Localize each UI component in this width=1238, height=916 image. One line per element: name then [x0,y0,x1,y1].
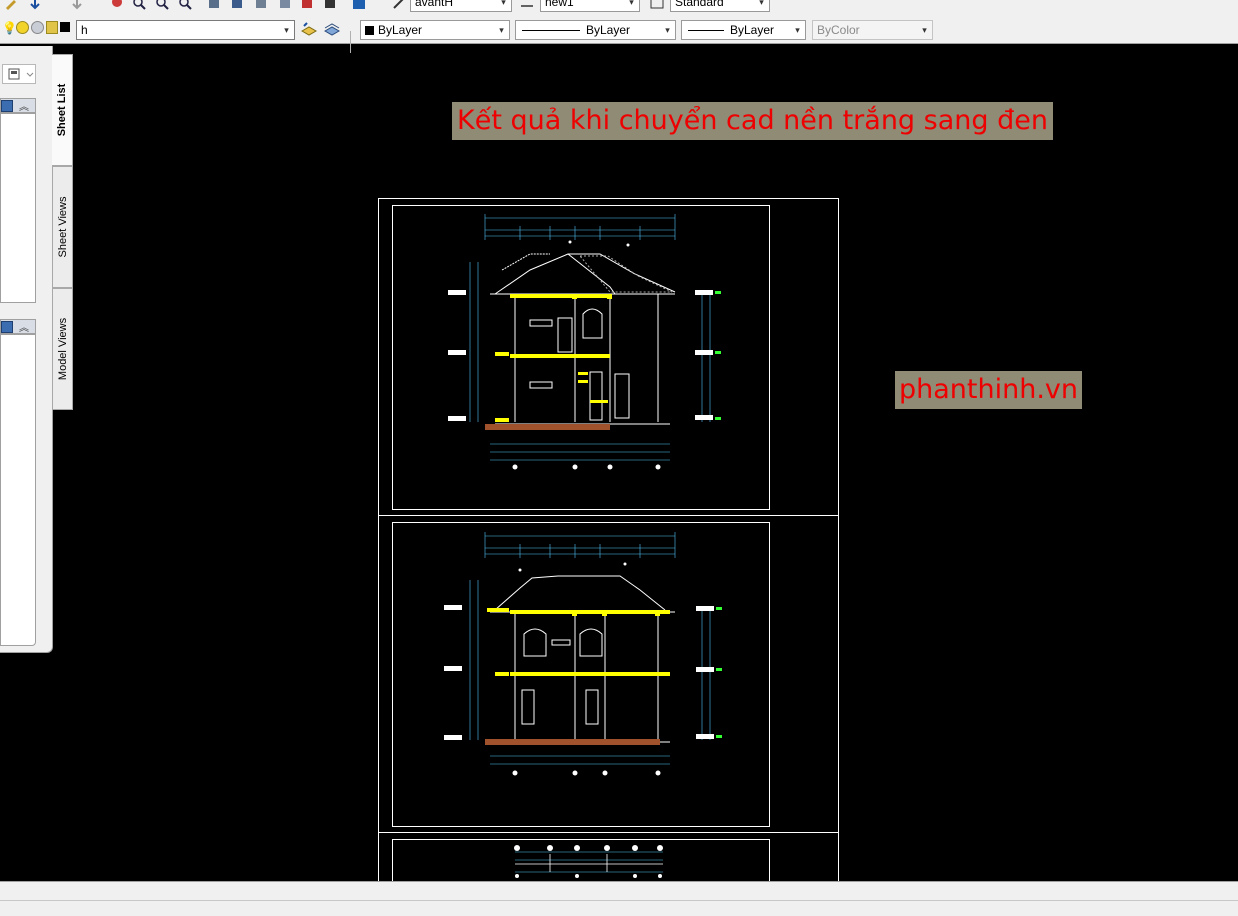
design-center-icon[interactable] [230,0,244,10]
zoom-realtime-icon[interactable] [132,0,146,10]
layer-color-swatch [60,22,70,32]
command-line-area[interactable] [0,881,1238,916]
layer-select[interactable]: h ▾ [76,20,295,40]
undo-icon[interactable] [28,0,42,10]
markup-icon[interactable] [300,0,314,10]
sheet-set-tabs: Sheet List Sheet Views Model Views [52,54,73,410]
zoom-window-icon[interactable] [155,0,169,10]
tab-sheet-views[interactable]: Sheet Views [52,166,73,288]
details-icon [1,321,13,333]
plan-drawing-3 [514,845,663,878]
chevron-down-icon: ▾ [795,25,800,35]
text-style-icon[interactable] [392,0,406,10]
collapse-icon[interactable]: ︽ [19,319,29,334]
details-panel-header[interactable]: ︽ [0,319,36,334]
sheet-set-icon [8,68,34,80]
collapse-icon[interactable]: ︽ [19,98,29,113]
section-drawing-2 [444,532,722,776]
chevron-down-icon: ▾ [665,25,670,35]
palette-body: ︽ ︽ [0,46,53,653]
pan-icon[interactable] [110,0,124,10]
zoom-previous-icon[interactable] [178,0,192,10]
dim-style-icon[interactable] [520,0,534,10]
chevron-down-icon: ▾ [922,25,927,35]
calculator-icon[interactable] [323,0,337,10]
watermark-banner: phanthinh.vn [895,371,1083,409]
plot-style-control-select: ByColor ▾ [812,20,933,40]
layers-properties-toolbar: 💡 h ▾ ByLayer ▾ ByLayer ▾ ByLayer ▾ ByColor ▾ [0,14,1238,53]
color-control-select[interactable]: ByLayer ▾ [360,20,510,40]
table-style-select[interactable]: Standard ▾ [670,0,770,12]
lineweight-control-select[interactable]: ByLayer ▾ [681,20,806,40]
chevron-down-icon: ▾ [759,0,764,7]
tool-palettes-icon[interactable] [254,0,268,10]
make-object-layer-current-icon[interactable] [300,22,318,36]
sheet-list-icon [1,100,13,112]
title-banner: Kết quả khi chuyển cad nền trắng sang đe… [452,102,1053,140]
linetype-preview [522,30,580,32]
table-style-icon[interactable] [650,0,664,10]
command-line-divider [0,900,1238,901]
redo-icon[interactable] [70,0,84,10]
color-swatch [365,26,374,35]
sheet-list-panel-header[interactable]: ︽ [0,98,36,113]
standard-toolbar: avantH ▾ new1 ▾ Standard ▾ [0,0,1238,15]
chevron-down-icon: ▾ [629,0,634,7]
sheet-set-selector[interactable] [2,64,36,84]
lineweight-preview [688,30,724,32]
properties-icon[interactable] [207,0,221,10]
help-icon[interactable] [352,0,366,10]
dim-style-select[interactable]: new1 ▾ [540,0,640,12]
section-drawing-1 [448,214,721,470]
linetype-control-select[interactable]: ByLayer ▾ [515,20,676,40]
lock-icon [46,21,58,34]
text-style-select[interactable]: avantH ▾ [410,0,512,12]
layer-freeze-icon [16,21,29,34]
details-panel [0,334,36,646]
chevron-down-icon: ▾ [499,25,504,35]
chevron-down-icon: ▾ [501,0,506,7]
tab-sheet-list[interactable]: Sheet List [52,54,73,166]
edit-icon[interactable] [4,0,18,10]
sheet-set-manager-palette: ︽ ︽ Sheet List Sheet Views Model Views [0,46,74,654]
chevron-down-icon: ▾ [284,25,289,35]
toolbar-separator [350,31,351,53]
layer-previous-icon[interactable] [323,22,341,36]
layer-viewport-icon [31,21,44,34]
layer-on-icon: 💡 [2,21,17,35]
sheet-list-tree[interactable] [0,113,36,303]
sheet-set-icon[interactable] [278,0,292,10]
tab-model-views[interactable]: Model Views [52,288,73,410]
